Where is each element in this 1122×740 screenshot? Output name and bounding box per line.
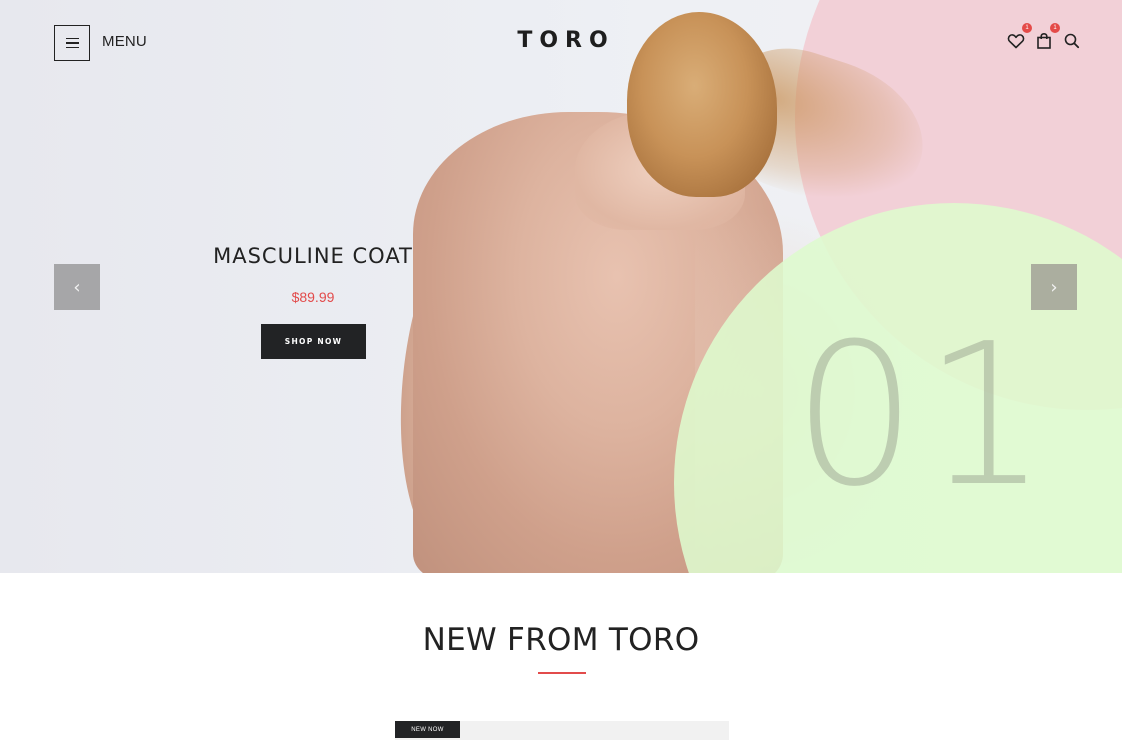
heart-icon: [1007, 34, 1025, 49]
slide-number: 01: [792, 302, 1054, 530]
section-divider: [538, 672, 586, 674]
section-title: NEW FROM TORO: [422, 622, 700, 658]
site-logo[interactable]: TORO: [0, 28, 1122, 53]
shopping-bag-icon: [1037, 32, 1051, 49]
new-now-tag: NEW NOW: [395, 721, 460, 738]
search-button[interactable]: [1062, 31, 1082, 51]
cart-count-badge: 1: [1050, 23, 1060, 33]
hero-price: $89.99: [291, 289, 335, 305]
hero-slider: 01 MASCULINE COAT $89.99 SHOP NOW ‹ ›: [0, 0, 1122, 573]
prev-slide-button[interactable]: ‹: [54, 264, 100, 310]
chevron-left-icon: ‹: [73, 276, 81, 298]
wishlist-button[interactable]: 1: [1006, 23, 1032, 51]
wishlist-count-badge: 1: [1022, 23, 1032, 33]
cart-button[interactable]: 1: [1034, 23, 1060, 51]
shop-now-button[interactable]: SHOP NOW: [261, 324, 366, 359]
next-slide-button[interactable]: ›: [1031, 264, 1077, 310]
search-icon: [1064, 33, 1080, 49]
hero-title: MASCULINE COAT: [213, 244, 413, 268]
chevron-right-icon: ›: [1050, 276, 1058, 298]
